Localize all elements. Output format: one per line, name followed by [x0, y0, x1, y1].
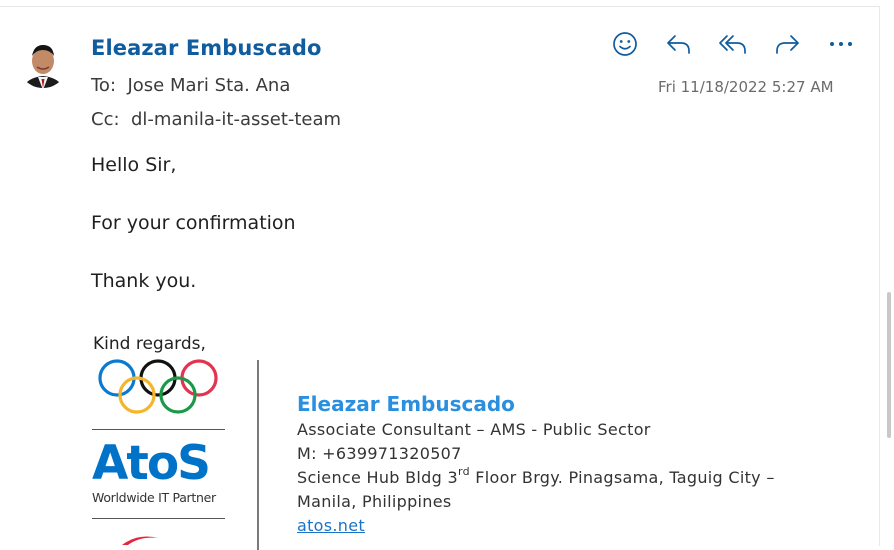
avatar[interactable] [18, 34, 68, 92]
message-actions-toolbar [598, 28, 868, 60]
scrollbar-thumb[interactable] [887, 292, 891, 438]
address-superscript: rd [457, 465, 470, 478]
to-label: To: [91, 75, 117, 96]
reply-button[interactable] [652, 28, 706, 60]
address-part1: Science Hub Bldg 3 [297, 468, 458, 487]
website-link[interactable]: atos.net [297, 516, 365, 535]
cc-recipient[interactable]: dl-manila-it-asset-team [131, 109, 341, 130]
partner-logo-swoosh [120, 530, 160, 549]
atos-tagline: Worldwide IT Partner [92, 490, 216, 505]
signature-address-line2: Manila, Philippines [297, 492, 452, 511]
body-line: For your confirmation [91, 212, 296, 234]
more-icon [830, 42, 852, 46]
signature-regards: Kind regards, [93, 334, 206, 354]
forward-icon [776, 35, 799, 54]
more-button[interactable] [814, 28, 868, 60]
signature-divider [257, 360, 259, 550]
sender-name[interactable]: Eleazar Embuscado [91, 36, 322, 60]
signature-mobile: M: +639971320507 [297, 444, 462, 463]
body-greeting: Hello Sir, [91, 154, 177, 176]
pane-right-border [879, 6, 880, 546]
cc-line: Cc: dl-manila-it-asset-team [91, 109, 341, 130]
smiley-icon [613, 32, 637, 56]
olympic-rings-logo [97, 358, 221, 420]
cc-label: Cc: [91, 109, 120, 130]
signature-title: Associate Consultant – AMS - Public Sect… [297, 420, 651, 439]
to-recipient[interactable]: Jose Mari Sta. Ana [127, 75, 290, 96]
reply-all-icon [719, 35, 746, 54]
logo-rule-top [92, 429, 225, 430]
forward-button[interactable] [760, 28, 814, 60]
react-button[interactable] [598, 28, 652, 60]
body-closing: Thank you. [91, 270, 197, 292]
address-part2: Floor Brgy. Pinagsama, Taguig City – [469, 468, 775, 487]
pane-top-border [0, 6, 880, 7]
message-date: Fri 11/18/2022 5:27 AM [658, 78, 834, 96]
atos-logo: AtoS [92, 436, 211, 491]
signature-name: Eleazar Embuscado [297, 392, 515, 416]
signature-address: Science Hub Bldg 3rd Floor Brgy. Pinagsa… [297, 465, 775, 487]
signature-website-line: atos.net [297, 516, 365, 535]
reply-all-button[interactable] [706, 28, 760, 60]
reply-icon [667, 35, 690, 54]
to-line: To: Jose Mari Sta. Ana [91, 75, 290, 96]
logo-rule-bottom [92, 518, 225, 519]
